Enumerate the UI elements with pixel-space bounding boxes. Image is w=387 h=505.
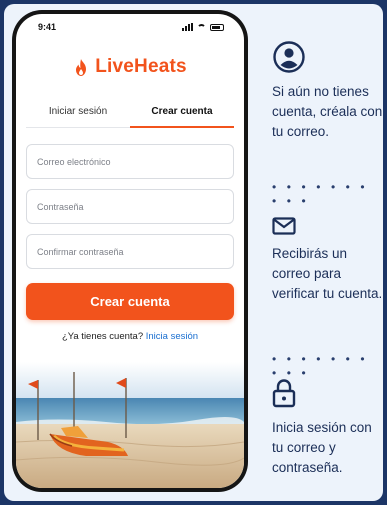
envelope-icon	[272, 217, 296, 235]
confirm-password-field[interactable]	[26, 234, 234, 269]
separator-dots: • • • • • • • • • •	[272, 352, 369, 380]
step-3-text: Inicia sesión con tu correo y contraseña…	[272, 420, 372, 475]
have-account-text: ¿Ya tienes cuenta?	[61, 331, 144, 342]
step-verify-email: Recibirás un correo para verificar tu cu…	[272, 217, 383, 304]
separator-dots: • • • • • • • • • •	[272, 180, 369, 208]
step-sign-in: Inicia sesión con tu correo y contraseña…	[272, 378, 383, 478]
tab-sign-in[interactable]: Iniciar sesión	[26, 100, 130, 127]
phone-screen: 9:41 LiveHeats Iniciar sesión Crear cuen…	[16, 14, 244, 488]
battery-icon	[210, 23, 224, 31]
app-logo: LiveHeats	[16, 54, 244, 80]
status-icons	[182, 23, 224, 31]
signal-icon	[182, 23, 193, 31]
status-bar: 9:41	[16, 14, 244, 40]
have-account-line: ¿Ya tienes cuenta? Inicia sesión	[26, 331, 234, 342]
phone-mockup: 9:41 LiveHeats Iniciar sesión Crear cuen…	[12, 10, 248, 492]
wifi-icon	[197, 23, 206, 31]
tab-create-account[interactable]: Crear cuenta	[130, 100, 234, 128]
flame-icon	[76, 58, 87, 76]
panel: 9:41 LiveHeats Iniciar sesión Crear cuen…	[4, 4, 383, 501]
beach-illustration	[16, 362, 244, 488]
auth-tabs: Iniciar sesión Crear cuenta	[26, 100, 234, 128]
step-create-account: Si aún no tienes cuenta, créala con tu c…	[272, 40, 383, 142]
app-name: LiveHeats	[95, 56, 187, 77]
password-field[interactable]	[26, 189, 234, 224]
lock-icon	[272, 379, 296, 408]
sign-in-link[interactable]: Inicia sesión	[146, 331, 198, 342]
email-field[interactable]	[26, 144, 234, 179]
status-time: 9:41	[38, 22, 57, 32]
signup-form: Crear cuenta ¿Ya tienes cuenta? Inicia s…	[16, 144, 244, 342]
step-1-text: Si aún no tienes cuenta, créala con tu c…	[272, 84, 383, 139]
step-2-text: Recibirás un correo para verificar tu cu…	[272, 246, 383, 301]
user-icon	[273, 41, 305, 73]
create-account-button[interactable]: Crear cuenta	[26, 283, 234, 320]
